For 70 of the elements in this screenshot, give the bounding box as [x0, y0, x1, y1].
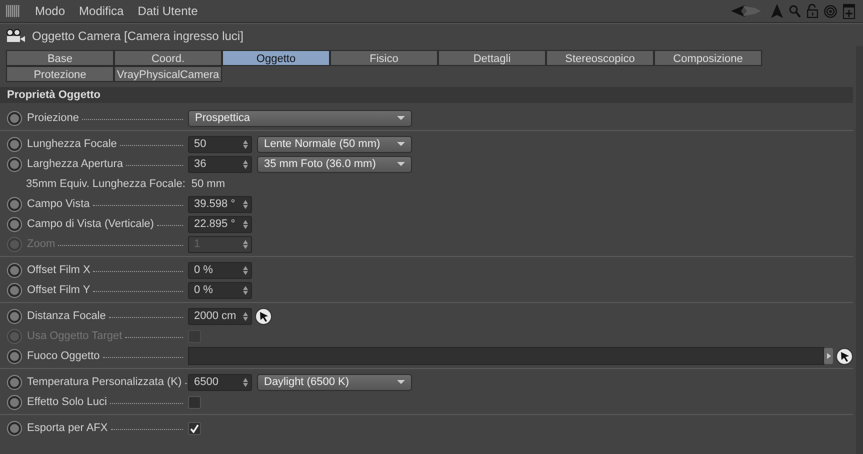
animate-radio[interactable]	[8, 112, 21, 124]
camera-icon	[6, 29, 26, 43]
number-field[interactable]: 0 %	[188, 282, 252, 298]
spinner-icon[interactable]	[243, 266, 248, 274]
field-label: Offset Film Y	[27, 284, 90, 296]
tab[interactable]: Protezione	[6, 66, 114, 82]
number-field[interactable]: 22.895 °	[188, 216, 252, 232]
tab[interactable]: Base	[6, 50, 114, 66]
field-label: Temperatura Personalizzata (K)	[27, 376, 182, 388]
field-label: Lunghezza Focale	[27, 138, 117, 150]
spinner-icon[interactable]	[243, 140, 248, 148]
number-field[interactable]: 0 %	[188, 262, 252, 278]
animate-radio[interactable]	[8, 284, 21, 296]
dropdown[interactable]: Prospettica	[188, 110, 412, 126]
spinner-icon[interactable]	[243, 220, 248, 228]
animate-radio[interactable]	[8, 350, 21, 362]
spinner-icon[interactable]	[243, 200, 248, 208]
caret-icon	[826, 353, 830, 359]
field-label: Larghezza Apertura	[27, 158, 124, 170]
window-title: Oggetto Camera [Camera ingresso luci]	[32, 29, 244, 43]
number-field[interactable]: 50	[188, 136, 252, 152]
animate-radio[interactable]	[8, 396, 21, 408]
animate-radio[interactable]	[8, 422, 21, 434]
field-label: Campo Vista	[27, 198, 90, 210]
dropdown[interactable]: Daylight (6500 K)	[257, 374, 412, 390]
checkbox[interactable]	[188, 396, 201, 408]
section-header[interactable]: Proprietà Oggetto	[0, 87, 853, 103]
tab[interactable]: Oggetto	[222, 50, 330, 66]
expand-button[interactable]	[824, 348, 833, 364]
field-label: Offset Film X	[27, 264, 90, 276]
tab[interactable]: Stereoscopico	[546, 50, 654, 66]
field-value: 50 mm	[191, 178, 226, 190]
spinner-icon[interactable]	[243, 160, 248, 168]
animate-radio[interactable]	[8, 158, 21, 170]
animate-radio[interactable]	[8, 310, 21, 322]
tab[interactable]: VrayPhysicalCamera	[114, 66, 222, 82]
animate-radio[interactable]	[8, 198, 21, 210]
animate-radio[interactable]	[8, 138, 21, 150]
tab[interactable]: Composizione	[654, 50, 762, 66]
spinner-icon[interactable]	[243, 312, 248, 320]
animate-radio[interactable]	[8, 218, 21, 230]
menu-item[interactable]: Modifica	[72, 4, 131, 18]
spinner-icon[interactable]	[243, 378, 248, 386]
number-field[interactable]: 36	[188, 156, 252, 172]
number-field[interactable]: 39.598 °	[188, 196, 252, 212]
spinner-icon[interactable]	[243, 240, 248, 248]
field-label: Proiezione	[27, 112, 79, 124]
animate-radio[interactable]	[8, 264, 21, 276]
grip-icon[interactable]	[6, 5, 20, 17]
tab[interactable]: Fisico	[330, 50, 438, 66]
menu-item[interactable]: Modo	[28, 4, 72, 18]
pointer-pick-icon[interactable]	[255, 308, 272, 324]
dropdown[interactable]: Lente Normale (50 mm)	[257, 136, 412, 152]
field-label: 35mm Equiv. Lunghezza Focale:	[26, 178, 186, 190]
tab[interactable]: Coord.	[114, 50, 222, 66]
animate-radio[interactable]	[8, 376, 21, 388]
pointer-pick-icon[interactable]	[836, 348, 853, 364]
field-label: Campo di Vista (Verticale)	[27, 218, 154, 230]
dropdown[interactable]: 35 mm Foto (36.0 mm)	[257, 156, 412, 172]
spinner-icon[interactable]	[243, 286, 248, 294]
checkbox[interactable]	[188, 422, 201, 434]
number-field[interactable]: 6500	[188, 374, 252, 390]
field-label: Effetto Solo Luci	[27, 396, 107, 408]
link-field[interactable]	[188, 347, 824, 365]
field-label: Fuoco Oggetto	[27, 350, 100, 362]
field-label: Distanza Focale	[27, 310, 106, 322]
field-label: Esporta per AFX	[27, 422, 108, 434]
tab[interactable]: Dettagli	[438, 50, 546, 66]
menu-item[interactable]: Dati Utente	[130, 4, 205, 18]
number-field[interactable]: 2000 cm	[188, 308, 252, 324]
